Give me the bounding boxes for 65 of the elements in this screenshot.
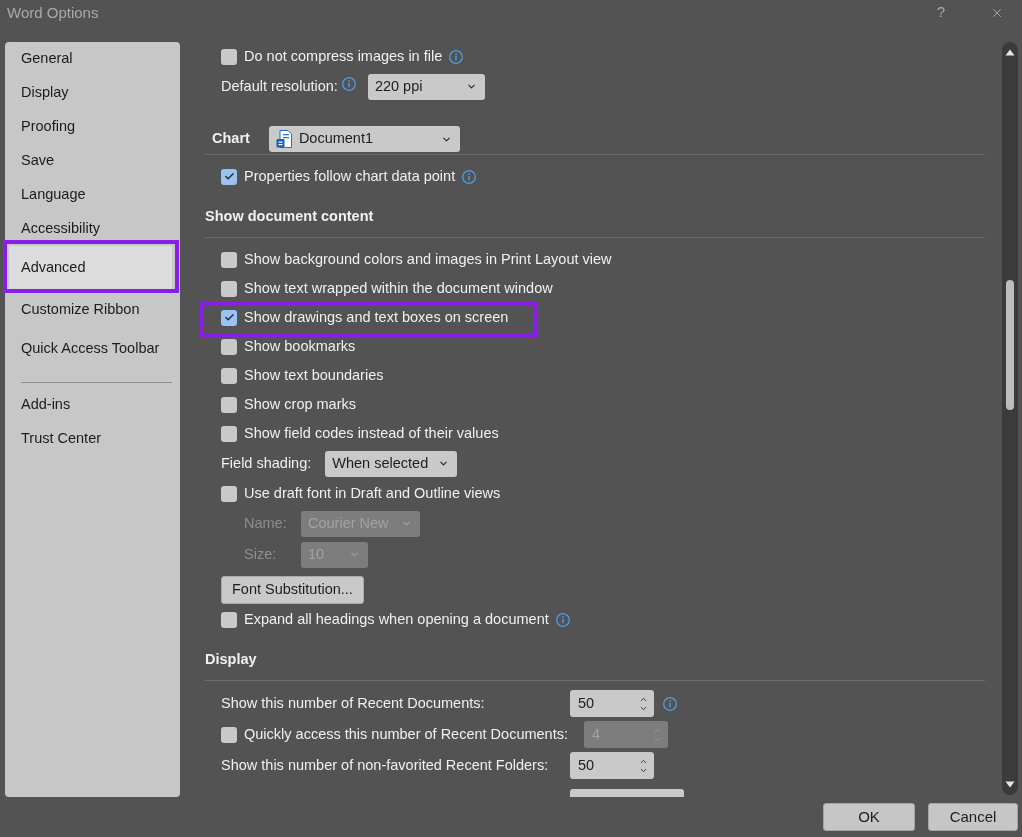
checkbox[interactable]: [221, 48, 237, 65]
field-label: Show this number of non-favorited Recent Folders:: [221, 755, 550, 775]
checkbox[interactable]: [221, 367, 237, 384]
checkbox[interactable]: [221, 280, 237, 297]
scrollbar-thumb[interactable]: [1006, 280, 1014, 410]
sidebar-item[interactable]: Add-ins: [9, 388, 172, 422]
checkbox-label: Show crop marks: [244, 394, 356, 414]
scroll-up-arrow-icon[interactable]: [1005, 49, 1015, 56]
checkbox[interactable]: [221, 611, 237, 628]
sidebar-item[interactable]: Proofing: [9, 110, 172, 144]
sidebar-item[interactable]: Customize Ribbon: [9, 290, 172, 330]
checkmark-icon: [223, 312, 235, 323]
sidebar-item[interactable]: Display: [9, 76, 172, 110]
close-icon[interactable]: [990, 6, 1004, 20]
chevron-down-icon: [401, 518, 412, 529]
field-label: Size:: [244, 544, 278, 564]
section-heading: Chart: [212, 129, 250, 149]
font-substitution-button[interactable]: Font Substitution...: [221, 576, 364, 604]
checkbox[interactable]: [221, 168, 237, 185]
chevron-down-icon: [349, 549, 360, 560]
checkbox-label: Properties follow chart data point: [244, 166, 456, 186]
checkbox-label: Show field codes instead of their values: [244, 423, 499, 443]
dropdown[interactable]: Document1: [268, 126, 460, 152]
checkbox-label: Show drawings and text boxes on screen: [244, 307, 509, 327]
checkbox-label: Show bookmarks: [244, 336, 356, 356]
field-label: Default resolution:: [221, 76, 338, 96]
field-label: Show this number of Recent Documents:: [221, 693, 486, 713]
checkbox-label: Use draft font in Draft and Outline views: [244, 483, 501, 503]
checkbox-label: Quickly access this number of Recent Documents:: [244, 724, 568, 744]
chevron-down-icon: [438, 458, 450, 469]
checkbox[interactable]: [221, 338, 237, 355]
sidebar-item[interactable]: General: [9, 42, 172, 76]
sidebar-item[interactable]: Advanced: [9, 246, 172, 290]
field-label: Field shading:: [221, 453, 312, 473]
checkbox[interactable]: [221, 309, 237, 326]
dialog-button[interactable]: OK: [823, 803, 915, 831]
checkbox-label: Show text boundaries: [244, 365, 384, 385]
dropdown[interactable]: When selected: [325, 450, 458, 477]
window-title: Word Options: [7, 4, 99, 22]
spin-box[interactable]: 50: [570, 752, 654, 779]
checkbox[interactable]: [221, 251, 237, 268]
scrollbar[interactable]: [1002, 42, 1018, 795]
section-heading: Show document content: [205, 207, 374, 227]
checkbox[interactable]: [221, 425, 237, 442]
sidebar-item[interactable]: Trust Center: [9, 422, 172, 456]
dropdown-field[interactable]: [570, 789, 684, 797]
sidebar-item[interactable]: Save: [9, 144, 172, 178]
spin-box[interactable]: 50: [570, 690, 654, 717]
checkmark-icon: [223, 171, 235, 182]
section-heading: Display: [205, 650, 257, 670]
checkbox[interactable]: [221, 485, 237, 502]
checkbox[interactable]: [221, 396, 237, 413]
sidebar-item[interactable]: Quick Access Toolbar: [9, 330, 172, 368]
sidebar-item[interactable]: Language: [9, 178, 172, 212]
scroll-down-arrow-icon[interactable]: [1005, 781, 1015, 788]
checkbox-label: Show text wrapped within the document window: [244, 278, 553, 298]
field-label: Name:: [244, 513, 288, 533]
checkbox-label: Show background colors and images in Print Layout view: [244, 249, 612, 269]
dropdown[interactable]: 220 ppi: [367, 73, 485, 100]
checkbox-label: Expand all headings when opening a document: [244, 609, 549, 629]
sidebar-item[interactable]: Accessibility: [9, 212, 172, 246]
checkbox-label: Do not compress images in file: [244, 46, 443, 66]
chevron-down-icon: [465, 81, 477, 92]
checkbox[interactable]: [221, 726, 237, 743]
dialog-button[interactable]: Cancel: [928, 803, 1018, 831]
